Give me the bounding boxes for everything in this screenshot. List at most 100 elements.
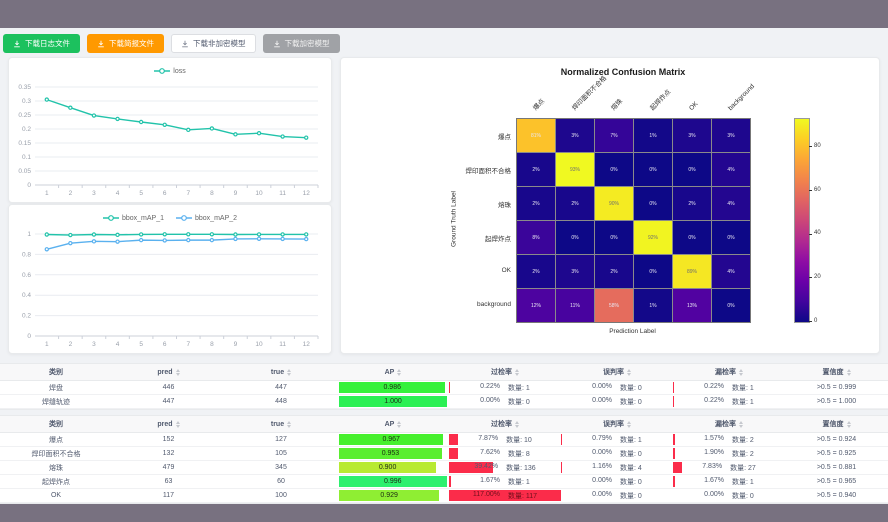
misjudge-rate-cell: 0.00%数量: 0 bbox=[561, 489, 673, 503]
pred-count: 132 bbox=[112, 447, 225, 461]
confusion-matrix-xlabel: Prediction Label bbox=[516, 328, 749, 335]
misjudge-rate-cell: 0.00%数量: 0 bbox=[561, 381, 673, 395]
confusion-cell: 12% bbox=[517, 289, 555, 322]
page-background: 下载日志文件 下载简报文件 下载非加密模型 下载加密模型 loss 00.050… bbox=[0, 28, 888, 497]
confusion-cell: 0% bbox=[673, 221, 711, 254]
rate-bar bbox=[449, 448, 458, 459]
svg-text:2: 2 bbox=[69, 190, 73, 197]
confusion-cell: 7% bbox=[595, 119, 633, 152]
column-header-漏检率[interactable]: 漏检率 bbox=[673, 364, 785, 381]
confusion-cell: 2% bbox=[556, 187, 594, 220]
colorbar-tick-label: 80 bbox=[814, 143, 821, 149]
class-name: 焊印面积不合格 bbox=[0, 447, 112, 461]
table-row: 熔珠4793450.90039.42%数量: 1361.16%数量: 47.83… bbox=[0, 461, 888, 475]
legend-marker-icon bbox=[154, 67, 170, 75]
confusion-matrix-grid: 81%3%7%1%3%3%2%93%0%0%0%4%2%2%90%0%2%4%8… bbox=[516, 118, 751, 323]
confusion-cell: 8% bbox=[517, 221, 555, 254]
svg-text:11: 11 bbox=[279, 341, 286, 348]
pred-count: 479 bbox=[112, 461, 225, 475]
column-header-过检率[interactable]: 过检率 bbox=[449, 416, 561, 433]
confusion-cell: 1% bbox=[634, 119, 672, 152]
table-row: 起焊炸点63600.9961.67%数量: 10.00%数量: 01.67%数量… bbox=[0, 475, 888, 489]
column-header-误判率[interactable]: 误判率 bbox=[561, 416, 673, 433]
rate-bar bbox=[673, 476, 675, 487]
column-header-true[interactable]: true bbox=[225, 364, 337, 381]
class-name: 熔珠 bbox=[0, 461, 112, 475]
column-header-过检率[interactable]: 过检率 bbox=[449, 364, 561, 381]
sort-icon[interactable] bbox=[515, 369, 519, 376]
svg-text:3: 3 bbox=[92, 190, 96, 197]
sort-icon[interactable] bbox=[627, 369, 631, 376]
column-header-置信度[interactable]: 置信度 bbox=[785, 364, 888, 381]
confidence-cell: >0.5 = 0.925 bbox=[785, 447, 888, 461]
class-name: 焊盘 bbox=[0, 381, 112, 395]
sort-icon[interactable] bbox=[847, 421, 851, 428]
sort-icon[interactable] bbox=[287, 421, 291, 428]
svg-text:0: 0 bbox=[27, 182, 31, 189]
confusion-col-label: OK bbox=[688, 100, 700, 112]
svg-text:4: 4 bbox=[116, 190, 120, 197]
confusion-cell: 0% bbox=[712, 289, 750, 322]
confusion-col-label: 起焊炸点 bbox=[647, 87, 672, 112]
download-plain-model-button[interactable]: 下载非加密模型 bbox=[171, 34, 256, 53]
confidence-cell: >0.5 = 0.924 bbox=[785, 433, 888, 447]
column-header-pred[interactable]: pred bbox=[112, 416, 225, 433]
confusion-cell: 0% bbox=[673, 153, 711, 186]
svg-text:1: 1 bbox=[45, 190, 49, 197]
sort-icon[interactable] bbox=[176, 369, 180, 376]
download-encrypted-model-label: 下载加密模型 bbox=[285, 38, 330, 49]
over-detect-rate-cell: 0.00%数量: 0 bbox=[449, 395, 561, 409]
true-count: 127 bbox=[225, 433, 337, 447]
loss-chart-legend: loss bbox=[9, 58, 331, 81]
sort-icon[interactable] bbox=[515, 421, 519, 428]
colorbar-tick-label: 40 bbox=[814, 230, 821, 236]
miss-rate-cell: 1.90%数量: 2 bbox=[673, 447, 785, 461]
confusion-cell: 3% bbox=[712, 119, 750, 152]
confidence-cell: >0.5 = 0.999 bbox=[785, 381, 888, 395]
sort-icon[interactable] bbox=[287, 369, 291, 376]
column-header-AP[interactable]: AP bbox=[337, 364, 449, 381]
sort-icon[interactable] bbox=[847, 369, 851, 376]
column-header-误判率[interactable]: 误判率 bbox=[561, 364, 673, 381]
metrics-table-defects: 类别predtrueAP过检率误判率漏检率置信度爆点1521270.9677.8… bbox=[0, 415, 888, 504]
svg-text:0.8: 0.8 bbox=[22, 251, 31, 258]
sort-icon[interactable] bbox=[176, 421, 180, 428]
download-report-button[interactable]: 下载简报文件 bbox=[87, 34, 164, 53]
legend-item-bbox_mAP_2[interactable]: bbox_mAP_2 bbox=[176, 214, 237, 222]
column-header-pred[interactable]: pred bbox=[112, 364, 225, 381]
svg-text:10: 10 bbox=[255, 341, 263, 348]
confidence-cell: >0.5 = 0.881 bbox=[785, 461, 888, 475]
column-header-AP[interactable]: AP bbox=[337, 416, 449, 433]
column-header-类别: 类别 bbox=[0, 364, 112, 381]
sort-icon[interactable] bbox=[739, 421, 743, 428]
column-header-true[interactable]: true bbox=[225, 416, 337, 433]
legend-item-loss[interactable]: loss bbox=[154, 67, 185, 75]
svg-text:5: 5 bbox=[139, 341, 143, 348]
confusion-cell: 89% bbox=[673, 255, 711, 288]
svg-text:0.1: 0.1 bbox=[22, 154, 31, 161]
sort-icon[interactable] bbox=[397, 421, 401, 428]
sort-icon[interactable] bbox=[397, 369, 401, 376]
misjudge-rate-cell: 0.00%数量: 0 bbox=[561, 447, 673, 461]
confusion-cell: 4% bbox=[712, 187, 750, 220]
download-encrypted-model-button[interactable]: 下载加密模型 bbox=[263, 34, 340, 53]
svg-text:0.25: 0.25 bbox=[18, 112, 31, 119]
confusion-cell: 0% bbox=[712, 221, 750, 254]
confusion-cell: 4% bbox=[712, 153, 750, 186]
over-detect-rate-cell: 39.42%数量: 136 bbox=[449, 461, 561, 475]
misjudge-rate-cell: 0.00%数量: 0 bbox=[561, 395, 673, 409]
column-header-漏检率[interactable]: 漏检率 bbox=[673, 416, 785, 433]
rate-bar bbox=[449, 434, 458, 445]
confusion-row-label: 熔珠 bbox=[406, 199, 511, 209]
legend-item-bbox_mAP_1[interactable]: bbox_mAP_1 bbox=[103, 214, 164, 222]
sort-icon[interactable] bbox=[627, 421, 631, 428]
map-chart-card: bbox_mAP_1bbox_mAP_2 00.20.40.60.8112345… bbox=[8, 204, 332, 354]
loss-chart: 00.050.10.150.20.250.30.3512345678910111… bbox=[9, 81, 331, 199]
download-icon bbox=[13, 40, 21, 48]
download-log-button[interactable]: 下载日志文件 bbox=[3, 34, 80, 53]
sort-icon[interactable] bbox=[739, 369, 743, 376]
colorbar bbox=[794, 118, 810, 323]
table-row: 焊印面积不合格1321050.9537.62%数量: 80.00%数量: 01.… bbox=[0, 447, 888, 461]
column-header-置信度[interactable]: 置信度 bbox=[785, 416, 888, 433]
rate-bar bbox=[673, 396, 674, 407]
